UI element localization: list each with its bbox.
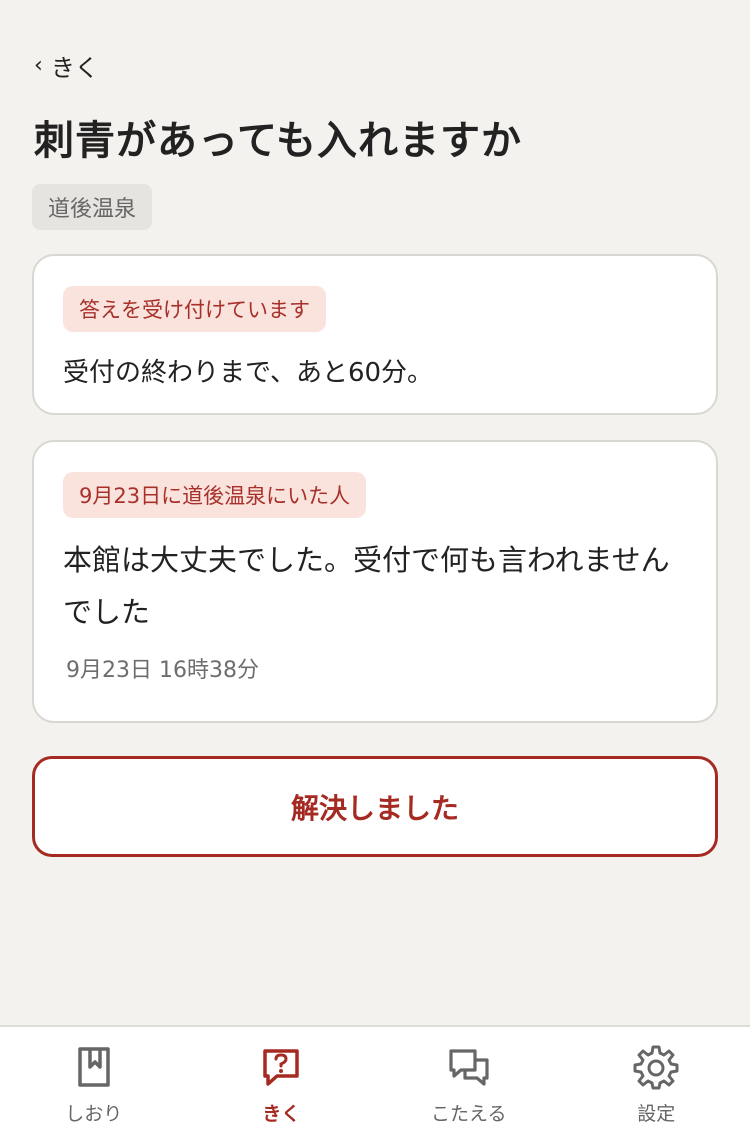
place-tag: 道後温泉: [32, 184, 153, 230]
bookmark-icon: [70, 1043, 118, 1091]
bottom-tab-bar: しおり きく こたえる 設定: [0, 1025, 750, 1140]
question-detail-screen: ‹ きく 刺青があっても入れますか 道後温泉 答えを受け付けています 受付の終わ…: [0, 0, 750, 1140]
answer-timestamp: 9月23日 16時38分: [66, 658, 259, 683]
tab-label: 設定: [637, 1103, 676, 1125]
back-label: きく: [50, 54, 99, 82]
status-badge: 答えを受け付けています: [63, 286, 326, 332]
tab-label: こたえる: [431, 1103, 507, 1125]
tab-settings[interactable]: 設定: [563, 1027, 750, 1140]
page-title: 刺青があっても入れますか: [34, 118, 522, 164]
answerer-badge: 9月23日に道後温泉にいた人: [63, 472, 367, 518]
tab-label: しおり: [65, 1103, 123, 1125]
tab-label: きく: [262, 1103, 301, 1125]
status-card: 答えを受け付けています 受付の終わりまで、あと60分。: [32, 254, 718, 415]
status-text: 受付の終わりまで、あと60分。: [63, 358, 434, 388]
tab-ask[interactable]: きく: [188, 1027, 376, 1140]
chat-bubbles-icon: [445, 1043, 493, 1091]
back-link[interactable]: ‹ きく: [34, 48, 99, 83]
chevron-left-icon: ‹: [34, 52, 43, 78]
answer-card: 9月23日に道後温泉にいた人 本館は大丈夫でした。受付で何も言われませんでした …: [32, 440, 718, 723]
tab-bookmark[interactable]: しおり: [0, 1027, 188, 1140]
gear-icon: [632, 1043, 680, 1091]
answer-text: 本館は大丈夫でした。受付で何も言われませんでした: [63, 543, 670, 629]
resolve-button[interactable]: 解決しました: [32, 756, 718, 857]
question-bubble-icon: [257, 1043, 305, 1091]
tab-answer[interactable]: こたえる: [375, 1027, 563, 1140]
